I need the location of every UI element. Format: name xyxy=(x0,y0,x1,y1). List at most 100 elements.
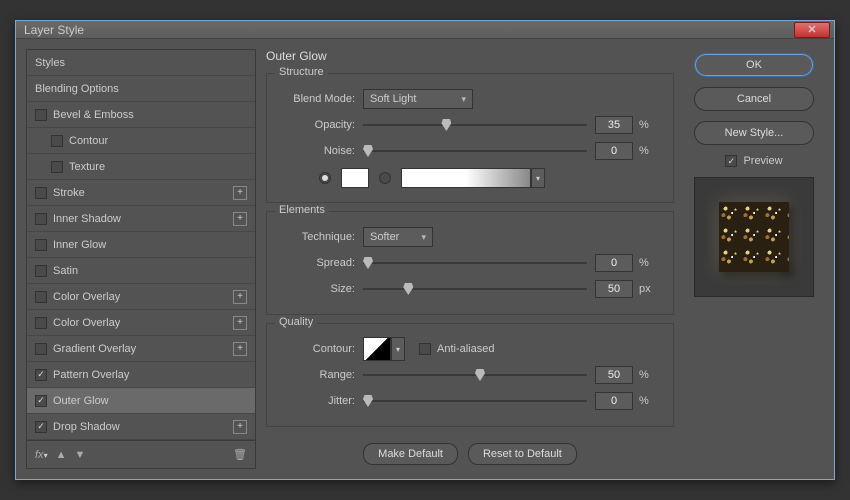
style-item-label: Outer Glow xyxy=(53,395,109,407)
cancel-button[interactable]: Cancel xyxy=(694,87,814,111)
plus-icon[interactable]: + xyxy=(233,212,247,226)
size-value[interactable]: 50 xyxy=(595,280,633,298)
style-item-label: Stroke xyxy=(53,187,85,199)
opacity-slider[interactable] xyxy=(363,118,587,132)
styles-header[interactable]: Styles xyxy=(27,50,255,76)
noise-unit: % xyxy=(639,145,661,157)
range-value[interactable]: 50 xyxy=(595,366,633,384)
panel-title: Outer Glow xyxy=(266,49,674,63)
structure-group: Structure Blend Mode: Soft Light ▾ Opaci… xyxy=(266,73,674,203)
new-style-button[interactable]: New Style... xyxy=(694,121,814,145)
style-checkbox[interactable] xyxy=(35,421,47,433)
contour-caret[interactable]: ▾ xyxy=(391,337,405,361)
size-label: Size: xyxy=(279,283,355,295)
trash-icon[interactable]: 🗑 xyxy=(233,448,247,461)
gradient-caret[interactable]: ▾ xyxy=(531,168,545,188)
noise-label: Noise: xyxy=(279,145,355,157)
fx-icon[interactable]: fx▾ xyxy=(35,449,48,461)
settings-panel: Outer Glow Structure Blend Mode: Soft Li… xyxy=(266,49,674,469)
opacity-value[interactable]: 35 xyxy=(595,116,633,134)
technique-value: Softer xyxy=(370,231,399,243)
style-item-stroke[interactable]: Stroke + xyxy=(27,180,255,206)
blending-options-label: Blending Options xyxy=(35,83,119,95)
style-checkbox[interactable] xyxy=(51,161,63,173)
technique-dropdown[interactable]: Softer ▾ xyxy=(363,227,433,247)
technique-label: Technique: xyxy=(279,231,355,243)
color-swatch[interactable] xyxy=(341,168,369,188)
style-item-gradient-overlay[interactable]: Gradient Overlay+ xyxy=(27,336,255,362)
reset-default-button[interactable]: Reset to Default xyxy=(468,443,577,465)
style-item-color-overlay[interactable]: Color Overlay + xyxy=(27,284,255,310)
style-checkbox[interactable] xyxy=(35,395,47,407)
style-checkbox[interactable] xyxy=(35,317,47,329)
style-item-label: Pattern Overlay xyxy=(53,369,129,381)
jitter-slider[interactable] xyxy=(363,394,587,408)
blend-mode-value: Soft Light xyxy=(370,93,416,105)
style-item-bevel-emboss[interactable]: Bevel & Emboss xyxy=(27,102,255,128)
plus-icon[interactable]: + xyxy=(233,186,247,200)
jitter-value[interactable]: 0 xyxy=(595,392,633,410)
blend-mode-dropdown[interactable]: Soft Light ▾ xyxy=(363,89,473,109)
close-icon: ✕ xyxy=(807,23,816,36)
style-checkbox[interactable] xyxy=(35,291,47,303)
plus-icon[interactable]: + xyxy=(233,420,247,434)
gradient-radio[interactable] xyxy=(379,172,391,184)
style-item-inner-glow[interactable]: Inner Glow xyxy=(27,232,255,258)
ok-button[interactable]: OK xyxy=(694,53,814,77)
opacity-unit: % xyxy=(639,119,661,131)
style-checkbox[interactable] xyxy=(35,187,47,199)
preview-checkbox[interactable] xyxy=(725,155,737,167)
down-icon[interactable]: ▼ xyxy=(74,449,85,461)
style-item-label: Inner Glow xyxy=(53,239,106,251)
style-item-contour[interactable]: Contour xyxy=(27,128,255,154)
style-item-inner-shadow[interactable]: Inner Shadow+ xyxy=(27,206,255,232)
preview-label: Preview xyxy=(743,155,782,167)
make-default-button[interactable]: Make Default xyxy=(363,443,458,465)
style-checkbox[interactable] xyxy=(35,109,47,121)
style-checkbox[interactable] xyxy=(35,343,47,355)
style-checkbox[interactable] xyxy=(35,265,47,277)
style-checkbox[interactable] xyxy=(51,135,63,147)
style-item-pattern-overlay[interactable]: Pattern Overlay xyxy=(27,362,255,388)
elements-legend: Elements xyxy=(275,204,329,216)
antialiased-checkbox[interactable] xyxy=(419,343,431,355)
style-item-label: Color Overlay xyxy=(53,291,120,303)
chevron-down-icon: ▾ xyxy=(461,94,466,105)
style-item-label: Texture xyxy=(69,161,105,173)
close-button[interactable]: ✕ xyxy=(794,22,830,38)
plus-icon[interactable]: + xyxy=(233,342,247,356)
style-item-drop-shadow[interactable]: Drop Shadow + xyxy=(27,414,255,440)
contour-label: Contour: xyxy=(279,343,355,355)
fx-footer: fx▾ ▲ ▼ 🗑 xyxy=(26,441,256,469)
quality-legend: Quality xyxy=(275,316,317,328)
structure-legend: Structure xyxy=(275,66,328,78)
styles-header-label: Styles xyxy=(35,57,65,69)
size-unit: px xyxy=(639,283,661,295)
jitter-label: Jitter: xyxy=(279,395,355,407)
style-item-outer-glow[interactable]: Outer Glow xyxy=(27,388,255,414)
plus-icon[interactable]: + xyxy=(233,290,247,304)
gradient-picker[interactable] xyxy=(401,168,531,188)
plus-icon[interactable]: + xyxy=(233,316,247,330)
style-item-texture[interactable]: Texture xyxy=(27,154,255,180)
spread-slider[interactable] xyxy=(363,256,587,270)
size-slider[interactable] xyxy=(363,282,587,296)
blending-options[interactable]: Blending Options xyxy=(27,76,255,102)
preview-thumbnail xyxy=(719,202,789,272)
style-checkbox[interactable] xyxy=(35,239,47,251)
style-item-label: Drop Shadow xyxy=(53,421,120,433)
layer-style-dialog: Layer Style ✕ Styles Blending Options Be… xyxy=(15,20,835,480)
style-item-satin[interactable]: Satin xyxy=(27,258,255,284)
noise-slider[interactable] xyxy=(363,144,587,158)
solid-color-radio[interactable] xyxy=(319,172,331,184)
style-item-color-overlay[interactable]: Color Overlay+ xyxy=(27,310,255,336)
style-checkbox[interactable] xyxy=(35,369,47,381)
spread-value[interactable]: 0 xyxy=(595,254,633,272)
up-icon[interactable]: ▲ xyxy=(56,449,67,461)
style-checkbox[interactable] xyxy=(35,213,47,225)
styles-sidebar: Styles Blending Options Bevel & EmbossCo… xyxy=(26,49,256,469)
noise-value[interactable]: 0 xyxy=(595,142,633,160)
chevron-down-icon: ▾ xyxy=(421,232,426,243)
contour-swatch[interactable] xyxy=(363,337,391,361)
range-slider[interactable] xyxy=(363,368,587,382)
